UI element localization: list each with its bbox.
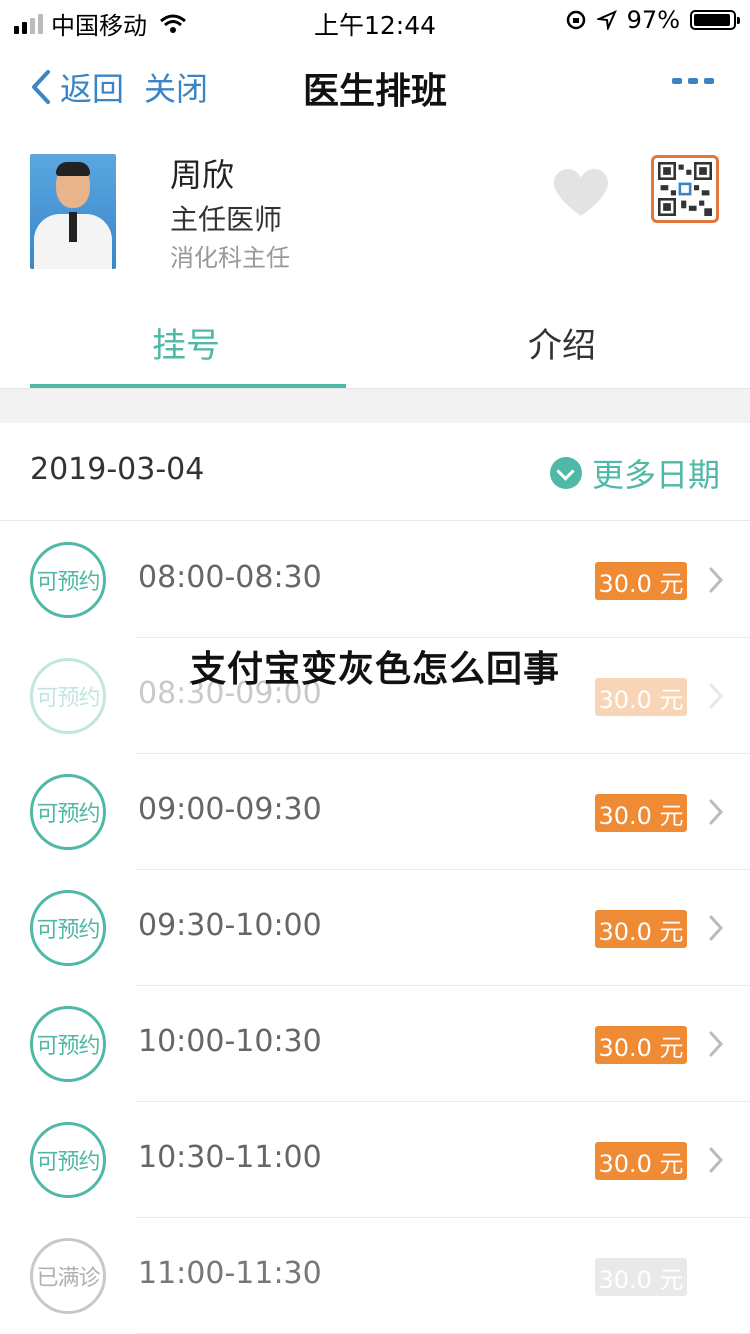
slot-price: 30.0 元 — [595, 562, 687, 600]
slot-status-badge: 可预约 — [30, 1122, 106, 1198]
slot-row[interactable]: 可预约 09:00-09:30 30.0 元 — [0, 754, 750, 870]
favorite-heart-icon[interactable] — [552, 168, 610, 218]
tab-bar: 挂号 介绍 — [0, 296, 750, 388]
doctor-department: 消化科主任 — [170, 244, 290, 272]
slot-time: 09:30-10:00 — [138, 908, 322, 943]
battery-percent: 97% — [626, 6, 680, 34]
date-row: 2019-03-04 更多日期 — [0, 422, 750, 521]
slot-row[interactable]: 可预约 09:30-10:00 30.0 元 — [0, 870, 750, 986]
more-dot-icon — [688, 78, 698, 84]
slot-row[interactable]: 可预约 10:30-11:00 30.0 元 — [0, 1102, 750, 1218]
slot-status-badge: 可预约 — [30, 1006, 106, 1082]
slot-status-badge: 可预约 — [30, 890, 106, 966]
location-icon — [596, 10, 617, 30]
slot-time: 10:30-11:00 — [138, 1140, 322, 1175]
chevron-right-icon — [709, 1031, 724, 1057]
doctor-avatar — [30, 154, 116, 269]
slot-price: 30.0 元 — [595, 794, 687, 832]
section-divider — [0, 388, 750, 423]
slot-status-badge: 可预约 — [30, 542, 106, 618]
chevron-right-icon — [709, 799, 724, 825]
slot-status-badge: 已满诊 — [30, 1238, 106, 1314]
chevron-right-icon — [709, 567, 724, 593]
qr-code-button[interactable] — [651, 155, 719, 223]
nav-bar: 返回 关闭 医生排班 — [0, 40, 750, 130]
qr-code-icon — [658, 162, 712, 216]
status-bar: 中国移动 上午12:44 97% — [0, 0, 750, 40]
slot-price: 30.0 元 — [595, 1258, 687, 1296]
slot-time: 10:00-10:30 — [138, 1024, 322, 1059]
slot-row[interactable]: 可预约 10:00-10:30 30.0 元 — [0, 986, 750, 1102]
slot-row[interactable]: 可预约 08:00-08:30 30.0 元 — [0, 522, 750, 638]
slot-time: 09:00-09:30 — [138, 792, 322, 827]
slot-price: 30.0 元 — [595, 1026, 687, 1064]
doctor-title: 主任医师 — [170, 203, 283, 236]
more-menu-button[interactable] — [672, 78, 714, 84]
schedule-date: 2019-03-04 — [30, 452, 205, 487]
doctor-name: 周欣 — [170, 156, 235, 194]
slot-status-badge: 可预约 — [30, 774, 106, 850]
slot-time: 08:00-08:30 — [138, 560, 322, 595]
chevron-down-circle-icon — [549, 457, 582, 489]
slot-row-full: 已满诊 11:00-11:30 30.0 元 — [0, 1218, 750, 1334]
slot-time: 11:00-11:30 — [138, 1256, 322, 1291]
more-dot-icon — [672, 78, 682, 84]
more-dot-icon — [704, 78, 714, 84]
page-title: 医生排班 — [302, 71, 447, 112]
rotation-lock-icon — [566, 10, 585, 30]
overlay-caption: 支付宝变灰色怎么回事 — [189, 649, 560, 690]
tab-introduction[interactable]: 介绍 — [528, 318, 596, 367]
slot-price: 30.0 元 — [595, 910, 687, 948]
slot-price: 30.0 元 — [595, 1142, 687, 1180]
more-dates-label: 更多日期 — [591, 456, 720, 494]
chevron-right-icon — [709, 1147, 724, 1173]
more-dates-button[interactable]: 更多日期 — [549, 450, 720, 496]
battery-icon — [690, 10, 740, 30]
tab-registration[interactable]: 挂号 — [152, 318, 220, 367]
chevron-right-icon — [709, 915, 724, 941]
